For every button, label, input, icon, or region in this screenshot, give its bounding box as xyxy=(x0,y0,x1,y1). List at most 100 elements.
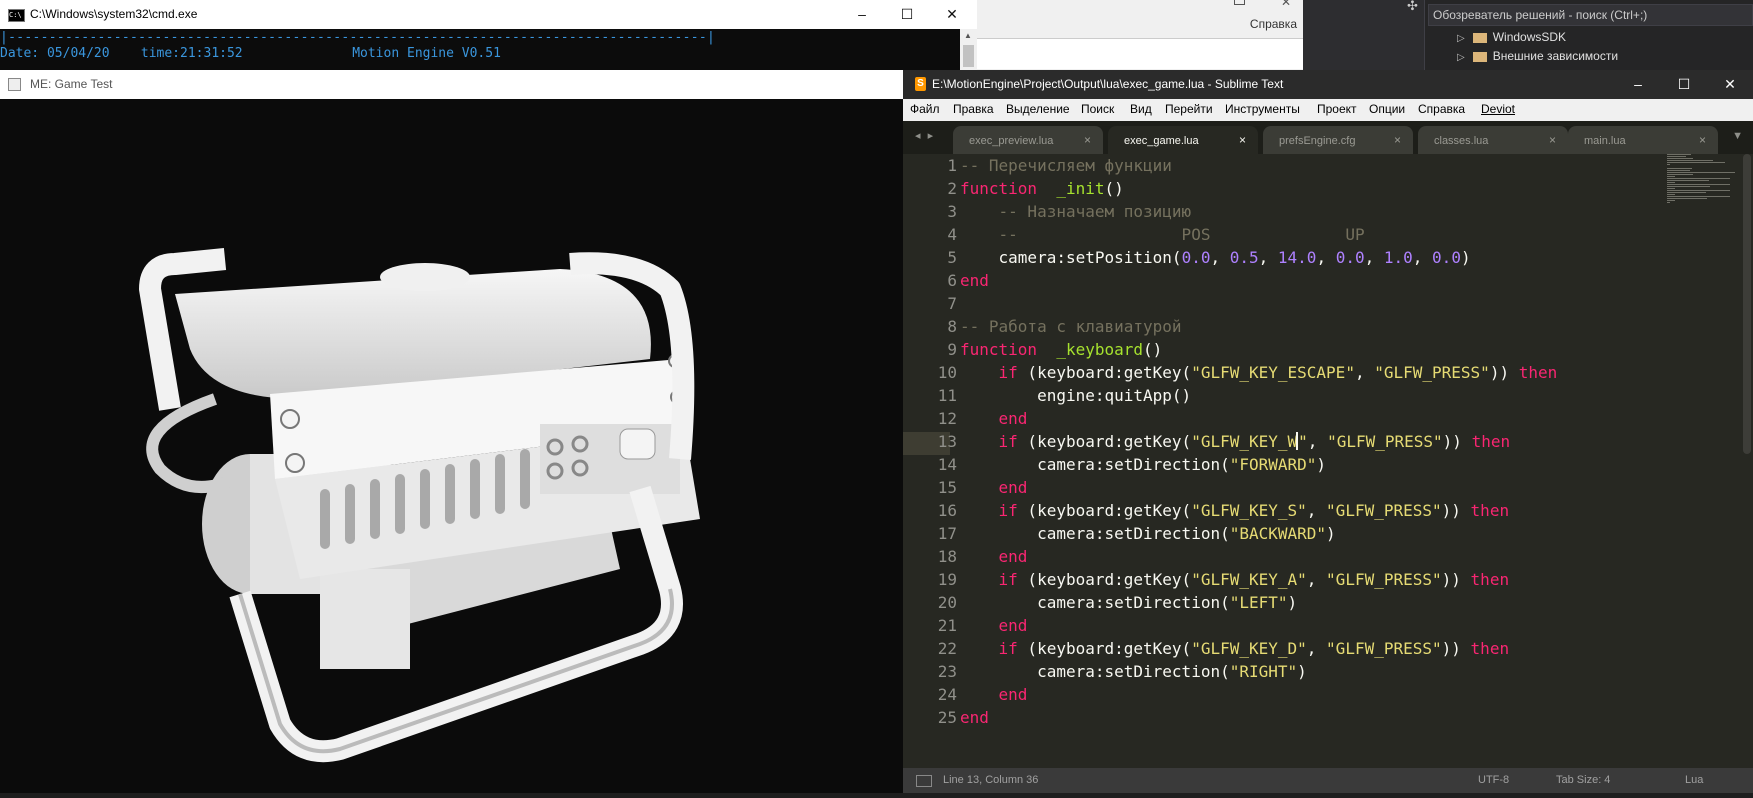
code-line[interactable]: if (keyboard:getKey("GLFW_KEY_A", "GLFW_… xyxy=(960,570,1510,589)
scroll-thumb[interactable] xyxy=(963,45,974,67)
menu-tools[interactable]: Инструменты xyxy=(1225,102,1300,116)
line-number: 11 xyxy=(937,386,957,405)
code-line[interactable]: if (keyboard:getKey("GLFW_KEY_S", "GLFW_… xyxy=(960,501,1510,520)
menu-goto[interactable]: Перейти xyxy=(1165,102,1213,116)
minimap-line xyxy=(1667,174,1693,175)
code-token: if xyxy=(998,363,1018,382)
code-token: "GLFW_PRESS" xyxy=(1326,639,1442,658)
close-icon[interactable]: ✕ xyxy=(1281,0,1291,9)
tab-close-icon[interactable]: × xyxy=(1549,133,1556,147)
code-line[interactable]: end xyxy=(960,271,989,290)
code-token: )) xyxy=(1441,570,1461,589)
tab-close-icon[interactable]: × xyxy=(1699,133,1706,147)
menu-view[interactable]: Вид xyxy=(1130,102,1152,116)
code-line[interactable]: end xyxy=(960,708,989,727)
solution-search-input[interactable]: Обозреватель решений - поиск (Ctrl+;) xyxy=(1428,4,1753,26)
minimize-button[interactable]: – xyxy=(1615,73,1661,95)
tab-exec-preview[interactable]: exec_preview.lua × xyxy=(953,126,1103,154)
tab-exec-game[interactable]: exec_game.lua × xyxy=(1108,126,1258,154)
code-line[interactable]: if (keyboard:getKey("GLFW_KEY_W", "GLFW_… xyxy=(960,432,1510,451)
tab-close-icon[interactable]: × xyxy=(1239,133,1246,147)
code-token: then xyxy=(1470,639,1510,658)
code-token: end xyxy=(998,685,1028,704)
code-line[interactable]: camera:setPosition(0.0, 0.5, 14.0, 0.0, … xyxy=(960,248,1471,267)
scroll-up-icon[interactable]: ▲ xyxy=(964,31,972,40)
menu-deviot[interactable]: Deviot xyxy=(1481,102,1515,116)
code-token: if xyxy=(998,432,1018,451)
code-line[interactable]: camera:setDirection("LEFT") xyxy=(960,593,1297,612)
expand-arrow-icon[interactable]: ▷ xyxy=(1457,33,1465,44)
code-token: ) xyxy=(1460,248,1471,267)
code-editor[interactable]: 1 -- Перечисляем функции 2 function _init()… xyxy=(903,154,1753,768)
syntax-indicator[interactable]: Lua xyxy=(1685,774,1703,786)
code-line[interactable]: end xyxy=(960,616,1028,635)
code-line[interactable]: if (keyboard:getKey("GLFW_KEY_ESCAPE", "… xyxy=(960,363,1558,382)
code-token: then xyxy=(1471,432,1511,451)
code-line[interactable]: end xyxy=(960,478,1028,497)
code-line[interactable]: function _init() xyxy=(960,179,1124,198)
menu-edit[interactable]: Правка xyxy=(953,102,994,116)
menu-preferences[interactable]: Опции xyxy=(1369,102,1405,116)
maximize-button[interactable]: ☐ xyxy=(1661,73,1707,95)
code-token: if xyxy=(998,570,1018,589)
code-line[interactable]: -- Назначаем позицию xyxy=(960,202,1192,221)
game-viewport[interactable] xyxy=(0,99,903,793)
menu-help[interactable]: Справка xyxy=(1418,102,1465,116)
panel-toggle-icon[interactable] xyxy=(916,775,932,787)
close-button[interactable]: ✕ xyxy=(929,3,975,25)
code-token: "GLFW_KEY_ESCAPE" xyxy=(1191,363,1355,382)
cmd-title-bar[interactable]: C:\ C:\Windows\system32\cmd.exe – ☐ ✕ xyxy=(0,0,977,30)
menu-selection[interactable]: Выделение xyxy=(1006,102,1070,116)
tab-main[interactable]: main.lua × xyxy=(1568,126,1718,154)
code-line[interactable]: function _keyboard() xyxy=(960,340,1162,359)
maximize-icon[interactable] xyxy=(1234,0,1245,5)
code-line[interactable]: -- POS UP xyxy=(960,225,1365,244)
code-line[interactable]: end xyxy=(960,409,1028,428)
tab-size-indicator[interactable]: Tab Size: 4 xyxy=(1556,774,1610,786)
line-number: 3 xyxy=(947,202,957,221)
code-line[interactable]: end xyxy=(960,685,1028,704)
code-token: "GLFW_KEY_W xyxy=(1191,432,1298,451)
cmd-scrollbar[interactable]: ▲ xyxy=(960,29,977,70)
code-token: , xyxy=(1306,570,1327,589)
menu-help[interactable]: Справка xyxy=(1250,17,1297,31)
code-line[interactable]: -- Работа с клавиатурой xyxy=(960,317,1182,336)
code-token: , xyxy=(1354,363,1375,382)
menu-file[interactable]: Файл xyxy=(910,102,940,116)
pin-icon[interactable]: ✣ xyxy=(1407,0,1418,14)
tab-dropdown-icon[interactable]: ▼ xyxy=(1732,130,1743,142)
code-line[interactable]: engine:quitApp() xyxy=(960,386,1191,405)
cursor-position[interactable]: Line 13, Column 36 xyxy=(943,774,1038,786)
tab-close-icon[interactable]: × xyxy=(1084,133,1091,147)
code-token: )) xyxy=(1489,363,1510,382)
code-line[interactable]: -- Перечисляем функции xyxy=(960,156,1172,175)
sublime-title-bar[interactable]: S E:\MotionEngine\Project\Output\lua\exe… xyxy=(903,70,1753,99)
code-line[interactable]: end xyxy=(960,547,1028,566)
menu-project[interactable]: Проект xyxy=(1317,102,1357,116)
close-button[interactable]: ✕ xyxy=(1707,73,1753,95)
menu-find[interactable]: Поиск xyxy=(1081,102,1114,116)
line-number: 10 xyxy=(937,363,957,382)
encoding-indicator[interactable]: UTF-8 xyxy=(1478,774,1509,786)
code-line[interactable]: if (keyboard:getKey("GLFW_KEY_D", "GLFW_… xyxy=(960,639,1510,658)
expand-arrow-icon[interactable]: ▷ xyxy=(1457,52,1465,63)
minimap[interactable] xyxy=(1665,154,1743,214)
tree-item-windowssdk[interactable]: ▷ WindowsSDK xyxy=(1457,30,1566,44)
tree-item-external-deps[interactable]: ▷ Внешние зависимости xyxy=(1457,49,1618,63)
tab-prefs-engine[interactable]: prefsEngine.cfg × xyxy=(1263,126,1413,154)
code-token: end xyxy=(960,708,989,727)
code-line[interactable]: camera:setDirection("BACKWARD") xyxy=(960,524,1336,543)
code-line[interactable]: camera:setDirection("RIGHT") xyxy=(960,662,1307,681)
editor-scrollbar[interactable] xyxy=(1743,154,1751,454)
minimize-button[interactable]: – xyxy=(839,3,885,25)
tab-label: prefsEngine.cfg xyxy=(1279,135,1356,147)
code-line[interactable]: camera:setDirection("FORWARD") xyxy=(960,455,1326,474)
maximize-button[interactable]: ☐ xyxy=(884,3,930,25)
tab-classes[interactable]: classes.lua × xyxy=(1418,126,1568,154)
tab-close-icon[interactable]: × xyxy=(1394,133,1401,147)
tab-nav-arrows-icon[interactable]: ◂ ▸ xyxy=(915,129,935,142)
game-title-bar[interactable]: ME: Game Test xyxy=(0,70,903,100)
